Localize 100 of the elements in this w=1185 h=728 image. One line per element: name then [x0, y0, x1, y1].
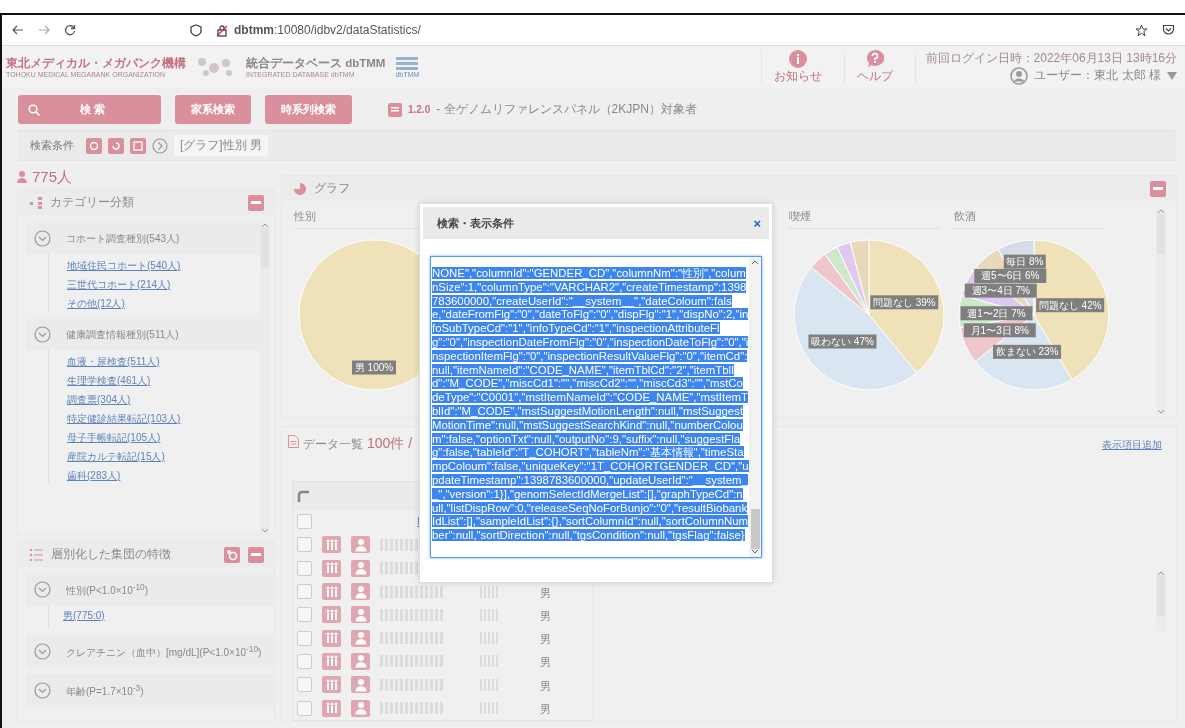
corner-icon[interactable]: [297, 490, 309, 502]
person-button[interactable]: [351, 606, 370, 624]
checkbox[interactable]: [297, 537, 312, 553]
scroll-down-icon[interactable]: [751, 549, 759, 554]
star-icon[interactable]: [1135, 23, 1148, 37]
category-link[interactable]: 歯科(283人): [67, 469, 260, 483]
table-cell: 男: [540, 656, 551, 669]
feature-item[interactable]: 性別(P<1.0×10$^{-10}$): [26, 573, 274, 606]
family-button[interactable]: [322, 583, 341, 601]
feature-item[interactable]: 年齢(P=1.7×10$^{-3}$): [26, 674, 274, 707]
person-button[interactable]: [351, 583, 370, 601]
category-link[interactable]: その他(12人): [67, 297, 260, 311]
category-link[interactable]: 血液・尿検査(511人): [67, 355, 260, 369]
pocket-icon[interactable]: [1162, 24, 1175, 36]
scrollbar-thumb[interactable]: [750, 509, 760, 549]
user-menu[interactable]: ユーザー：東北 太郎 様: [1034, 67, 1161, 84]
notice-label[interactable]: お知らせ: [773, 67, 822, 85]
family-button[interactable]: [322, 559, 341, 577]
checkbox[interactable]: [297, 653, 312, 669]
family-button[interactable]: [322, 629, 341, 647]
feature-link[interactable]: 男(775:0): [63, 609, 274, 623]
search-tab-button[interactable]: 家系検索: [175, 95, 251, 124]
family-button[interactable]: [322, 652, 341, 670]
chevron-circle-icon[interactable]: [152, 137, 168, 154]
checkbox[interactable]: [297, 560, 312, 576]
scrollbar[interactable]: [1156, 571, 1166, 631]
square-icon: [133, 140, 143, 151]
feature-item[interactable]: クレアチニン（血中）[mg/dL](P<1.0×10$^{-10}$): [26, 635, 274, 668]
family-button[interactable]: [322, 536, 341, 554]
checkbox[interactable]: [297, 677, 312, 693]
add-columns-link[interactable]: 表示項目追加: [1102, 438, 1162, 452]
id-column-header[interactable]: I: [417, 516, 420, 528]
slice-label: 問題なし 39%: [870, 295, 939, 310]
scrollbar[interactable]: [260, 223, 270, 533]
person-button[interactable]: [351, 629, 370, 647]
slice-label: 月1〜3日 8%: [963, 323, 1036, 338]
list-button[interactable]: [130, 137, 146, 154]
scroll-down-icon[interactable]: [1157, 409, 1165, 414]
back-icon[interactable]: [12, 25, 24, 35]
slice-label: 週3〜4日 7%: [971, 285, 1031, 297]
collapse-button[interactable]: [248, 546, 264, 563]
chevron-circle-icon: [34, 581, 51, 598]
person-button[interactable]: [351, 676, 370, 694]
search-tab-button[interactable]: 時系列検索: [265, 95, 352, 124]
json-text-field[interactable]: NONE","columnId":"GENDER_CD","columnNm":"性別","columnSize":1,"columnType":"VARCHAR2","createTimestamp":1398783600000,"createUserId":"__system__","dateColoum":false,"dateFromFlg":"0","dateToFlg":"0","dispFlg":"1","dispNo":2,"infoSubTypeCd":"1","infoTypeCd":"1","inspectionAttributeFlg":"0","inspectionDateFromFlg":"0","inspectionDateToFlg":"0","inspectionItemFlg":"0","inspectionResultValueFlg":"0","itemCd":null,"itemNameId":"CODE_NAME","itemTblCd":"2","itemTblId":"M_CODE","miscCd1":"","miscCd2":"","miscCd3":"","mstCodeType":"C0001","mstItemNameId":"CODE_NAME","mstItemTblId":"M_CODE","mstSuggestMotionLength":null,"mstSuggestMotionTime":null,"mstSuggestSearchKind":null,"numberColoum":false,"optionTxt":null,"outputNo":9,"suffix":null,"suggestFlag":false,"tableId":"T_COHORT","tableNm":"基本情報","timeStampColoum":false,"uniqueKey":"1T_COHORTGENDER_CD","updateTimestamp":1398783600000,"updateUserId":"__system__","version":1}],"genomSelectIdMergeList":[],"graphTypeCd":null,"listDispRow":0,"releaseSeqNoForBunjo":"0","resultBiobankIdList":[],"sampleIdList":{},"sortColumnId":null,"sortColumnNumber":null,"sortDirection":null,"tgsCondition":null,"tgsFlag":false}: [430, 256, 762, 558]
collapse-button[interactable]: [1150, 180, 1166, 197]
person-button[interactable]: [351, 559, 370, 577]
category-link[interactable]: 地域住民コホート(540人): [67, 259, 260, 273]
category-link[interactable]: 生理学検査(461人): [67, 374, 260, 388]
checkbox[interactable]: [297, 700, 312, 716]
help-label[interactable]: ヘルプ: [856, 67, 893, 85]
scroll-up-icon[interactable]: [1157, 209, 1165, 214]
scroll-down-icon[interactable]: [261, 528, 269, 533]
checkbox[interactable]: [297, 630, 312, 646]
checkbox[interactable]: [297, 607, 312, 623]
conditions-label: 検索条件: [30, 138, 74, 153]
scroll-up-icon[interactable]: [1157, 571, 1165, 576]
panel-title: 層別化した集団の特徴: [51, 546, 171, 563]
family-button[interactable]: [322, 676, 341, 694]
url-field[interactable]: dbtmm:10080/idbv2/dataStatistics/: [234, 23, 421, 37]
family-button[interactable]: [322, 699, 341, 717]
scrollbar-thumb[interactable]: [261, 228, 269, 268]
document-icon: [388, 102, 402, 117]
person-button[interactable]: [351, 652, 370, 670]
circle-icon: [89, 140, 99, 151]
chevron-circle-icon: [34, 230, 51, 247]
caret-icon[interactable]: [1167, 71, 1177, 80]
settings-button[interactable]: [224, 546, 240, 563]
scroll-up-icon[interactable]: [261, 223, 269, 228]
refresh-button[interactable]: [86, 137, 102, 154]
scroll-up-icon[interactable]: [751, 260, 759, 265]
help-icon[interactable]: [865, 49, 884, 68]
panel-title: カテゴリー分類: [50, 194, 134, 211]
search-icon: [28, 103, 40, 116]
scrollbar[interactable]: [1156, 209, 1166, 414]
forward-icon[interactable]: [38, 25, 50, 35]
checkbox[interactable]: [297, 584, 312, 600]
family-button[interactable]: [322, 606, 341, 624]
search-tab-button[interactable]: 検 索: [18, 95, 161, 124]
category-group[interactable]: コホート調査種別(543人): [26, 223, 260, 254]
category-link[interactable]: 調査票(304人): [67, 393, 260, 407]
reload-icon[interactable]: [64, 24, 76, 36]
close-icon[interactable]: ×: [753, 215, 761, 231]
redacted-block: [380, 585, 445, 598]
document-icon: [288, 435, 299, 448]
chevron-circle-icon: [34, 643, 51, 660]
category-link[interactable]: 三世代コホート(214人): [67, 278, 260, 292]
scrollbar-thumb[interactable]: [1157, 576, 1165, 616]
reset-icon: [111, 140, 121, 151]
checkbox[interactable]: [297, 514, 312, 530]
category-group[interactable]: 健康調査情報種別(511人): [26, 319, 260, 350]
reset-button[interactable]: [108, 137, 124, 154]
info-icon[interactable]: [788, 49, 807, 68]
category-link[interactable]: 母子手帳転記(105人): [67, 431, 260, 445]
collapse-button[interactable]: [248, 194, 264, 211]
category-link[interactable]: 産院カルテ転記(15人): [67, 450, 260, 464]
person-button[interactable]: [351, 536, 370, 554]
scrollbar-thumb[interactable]: [1157, 214, 1165, 254]
category-link[interactable]: 特定健診結果転記(103人): [67, 412, 260, 426]
person-button[interactable]: [351, 699, 370, 717]
